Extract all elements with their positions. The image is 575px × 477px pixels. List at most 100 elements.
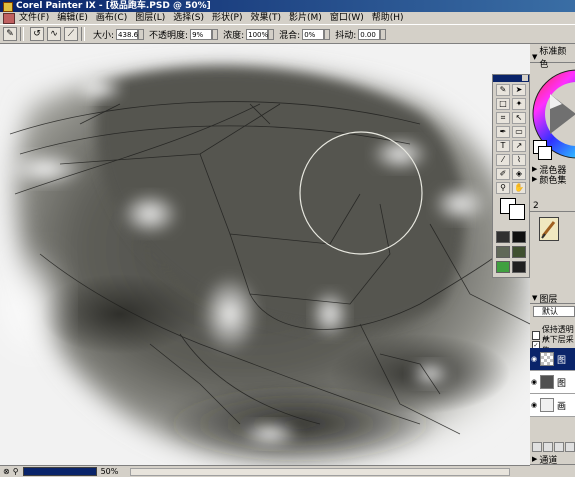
opacity-label: 不透明度:: [149, 30, 189, 41]
color-back-swatch[interactable]: [538, 146, 552, 160]
shape-selection-icon[interactable]: ↗: [512, 140, 526, 152]
menu-help[interactable]: 帮助(H): [372, 12, 404, 24]
colors-panel-header[interactable]: ▼ 标准颜色: [530, 47, 575, 70]
grain-label: 浓度:: [223, 30, 245, 41]
paper-selector-icon[interactable]: [496, 231, 510, 243]
cloner-icon[interactable]: ⌇: [512, 154, 526, 166]
nozzle-selector-icon[interactable]: [496, 261, 510, 273]
separator: [20, 27, 24, 41]
menu-file[interactable]: 文件(F): [19, 12, 49, 24]
gradient-selector-icon[interactable]: [496, 246, 510, 258]
opacity-field[interactable]: 9%: [190, 28, 213, 40]
right-palette-dock: ▼ 标准颜色 ▶ 混色器 ▶ 颜色集 2 ▼ 图层 默认 保持透明 ✓ 从下层采…: [530, 44, 575, 477]
collapse-triangle-icon[interactable]: ▼: [532, 53, 537, 61]
jitter-slider-toggle[interactable]: [380, 28, 387, 40]
dynamic-plugin-icon[interactable]: [543, 442, 553, 452]
menu-movie[interactable]: 影片(M): [289, 12, 322, 24]
layer-row[interactable]: ◉ 图: [530, 348, 575, 371]
paint-bucket-icon[interactable]: ◈: [512, 168, 526, 180]
grain-field[interactable]: 100%: [246, 28, 268, 40]
eye-icon[interactable]: ◉: [530, 355, 538, 363]
zoom-slider[interactable]: [22, 467, 97, 476]
rectangle-shape-icon[interactable]: ▭: [512, 126, 526, 138]
property-bar: ✎ ↺ ∿ ⟋ 大小: 438.6 不透明度: 9% 浓度: 100% 混合: …: [0, 24, 575, 44]
layer-thumbnail: [540, 398, 554, 412]
straight-line-icon[interactable]: ⟋: [64, 27, 78, 41]
brush-preview-icon[interactable]: [539, 217, 559, 241]
eye-icon[interactable]: ◉: [530, 401, 538, 409]
brush-tool-icon[interactable]: ✎: [496, 84, 510, 96]
resat-field[interactable]: 0%: [302, 28, 325, 40]
pen-icon[interactable]: ✒: [496, 126, 510, 138]
grain-slider-toggle[interactable]: [268, 28, 275, 40]
dropper-icon[interactable]: ⁄: [496, 154, 510, 166]
brush-selector[interactable]: [533, 214, 573, 244]
zoom-level: 50%: [100, 467, 119, 476]
eyedropper-icon[interactable]: ✐: [496, 168, 510, 180]
blend-mode-select[interactable]: 默认: [533, 306, 575, 317]
color-sets-row[interactable]: ▶ 颜色集: [530, 174, 575, 186]
new-layer-icon[interactable]: [532, 442, 542, 452]
layer-row[interactable]: ◉ 图: [530, 371, 575, 394]
magnifier-icon[interactable]: ⚲: [496, 182, 510, 194]
painting-canvas[interactable]: [0, 44, 530, 465]
mask-icon[interactable]: [554, 442, 564, 452]
additional-color-swatch[interactable]: [509, 204, 525, 220]
size-slider-toggle[interactable]: [138, 28, 145, 40]
menu-layers[interactable]: 图层(L): [135, 12, 165, 24]
navigator-icon[interactable]: ⊗: [3, 467, 10, 476]
text-icon[interactable]: T: [496, 140, 510, 152]
pattern-selector-icon[interactable]: [512, 231, 526, 243]
painter-app-icon: [3, 2, 13, 12]
resat-label: 混合:: [279, 30, 301, 41]
window-title: Corel Painter IX - [极品跑车.PSD @ 50%]: [16, 1, 211, 11]
brush-icon[interactable]: ✎: [3, 27, 17, 41]
opacity-slider-toggle[interactable]: [212, 28, 219, 40]
freehand-stroke-icon[interactable]: ∿: [47, 27, 61, 41]
layer-row[interactable]: ◉ 画: [530, 394, 575, 417]
rectangle-select-icon[interactable]: □: [496, 98, 510, 110]
magnifier-small-icon[interactable]: ⚲: [13, 467, 19, 476]
resat-slider-toggle[interactable]: [324, 28, 331, 40]
grabber-hand-icon[interactable]: ✋: [512, 182, 526, 194]
delete-layer-icon[interactable]: [565, 442, 575, 452]
toolbox-palette: ✎ ➤ □ ✦ ⌗ ↖ ✒ ▭ T ↗ ⁄ ⌇ ✐ ◈ ⚲ ✋: [492, 74, 530, 278]
selection-adjuster-icon[interactable]: ↖: [512, 112, 526, 124]
layer-button-row: [532, 442, 575, 452]
menu-bar: 文件(F) 编辑(E) 画布(C) 图层(L) 选择(S) 形状(P) 效果(T…: [0, 12, 575, 24]
layer-adjuster-icon[interactable]: ➤: [512, 84, 526, 96]
layers-panel-title: 图层: [539, 294, 558, 305]
layers-panel-header[interactable]: ▼ 图层: [530, 293, 575, 305]
expand-triangle-icon[interactable]: ▶: [532, 165, 537, 173]
horizontal-scrollbar[interactable]: [130, 468, 510, 476]
crop-icon[interactable]: ⌗: [496, 112, 510, 124]
eye-icon[interactable]: ◉: [530, 378, 538, 386]
menu-window[interactable]: 窗口(W): [330, 12, 364, 24]
document-icon[interactable]: [3, 12, 15, 24]
jitter-field[interactable]: 0.00: [358, 28, 381, 40]
menu-edit[interactable]: 编辑(E): [57, 12, 88, 24]
collapse-triangle-icon[interactable]: ▼: [532, 294, 537, 302]
weaving-selector-icon[interactable]: [512, 246, 526, 258]
size-field[interactable]: 438.6: [116, 28, 138, 40]
channels-panel-title: 通道: [539, 455, 558, 466]
menu-shapes[interactable]: 形状(P): [212, 12, 242, 24]
magic-wand-icon[interactable]: ✦: [512, 98, 526, 110]
expand-triangle-icon[interactable]: ▶: [532, 175, 537, 183]
tool-grid: ✎ ➤ □ ✦ ⌗ ↖ ✒ ▭ T ↗ ⁄ ⌇ ✐ ◈ ⚲ ✋: [496, 84, 528, 194]
preserve-transparency-checkbox[interactable]: [532, 330, 540, 340]
layer-thumbnail: [540, 352, 554, 366]
reset-tool-icon[interactable]: ↺: [30, 27, 44, 41]
menu-canvas[interactable]: 画布(C): [96, 12, 127, 24]
layer-name: 图: [557, 355, 567, 366]
close-icon[interactable]: [522, 75, 528, 81]
layer-thumbnail: [540, 375, 554, 389]
look-selector-icon[interactable]: [512, 261, 526, 273]
channels-panel-header[interactable]: ▶ 通道: [530, 454, 575, 466]
menu-effects[interactable]: 效果(T): [250, 12, 281, 24]
expand-triangle-icon[interactable]: ▶: [532, 455, 537, 463]
brush-panel-header[interactable]: 2: [530, 201, 575, 212]
title-bar: Corel Painter IX - [极品跑车.PSD @ 50%]: [0, 0, 575, 12]
menu-select[interactable]: 选择(S): [173, 12, 204, 24]
layer-name: 图: [557, 378, 567, 389]
